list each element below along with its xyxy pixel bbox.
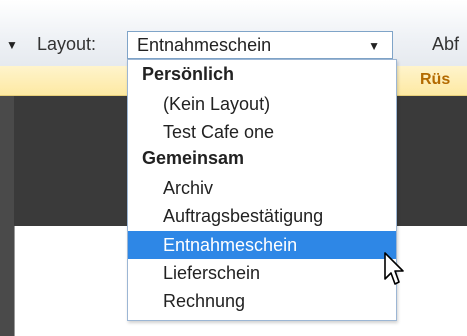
left-gutter: [0, 96, 14, 336]
layout-select[interactable]: Entnahmeschein ▼: [127, 31, 393, 59]
list-item-selected[interactable]: Entnahmeschein: [128, 231, 396, 259]
list-item[interactable]: Test Cafe one: [128, 118, 396, 146]
layout-label: Layout:: [37, 34, 97, 54]
tab-label[interactable]: Rüs: [420, 71, 450, 89]
group-header-personal: Persönlich: [142, 64, 235, 84]
next-field-label: Abf: [432, 34, 460, 54]
group-header-shared: Gemeinsam: [142, 148, 245, 168]
list-item[interactable]: Archiv: [128, 174, 396, 202]
chevron-down-icon[interactable]: ▼: [368, 39, 380, 53]
list-item[interactable]: (Kein Layout): [128, 90, 396, 118]
layout-dropdown-list: Persönlich (Kein Layout) Test Cafe one G…: [127, 59, 397, 321]
list-item[interactable]: Auftragsbestätigung: [128, 202, 396, 230]
list-item[interactable]: Lieferschein: [128, 259, 396, 287]
toolbar: ▼ Layout: Entnahmeschein ▼ Abf: [0, 0, 467, 66]
arrow-pointer-icon: [384, 252, 404, 285]
list-item[interactable]: Rechnung: [128, 287, 396, 315]
layout-select-value: Entnahmeschein: [137, 35, 272, 55]
chevron-down-icon[interactable]: ▼: [6, 38, 18, 52]
